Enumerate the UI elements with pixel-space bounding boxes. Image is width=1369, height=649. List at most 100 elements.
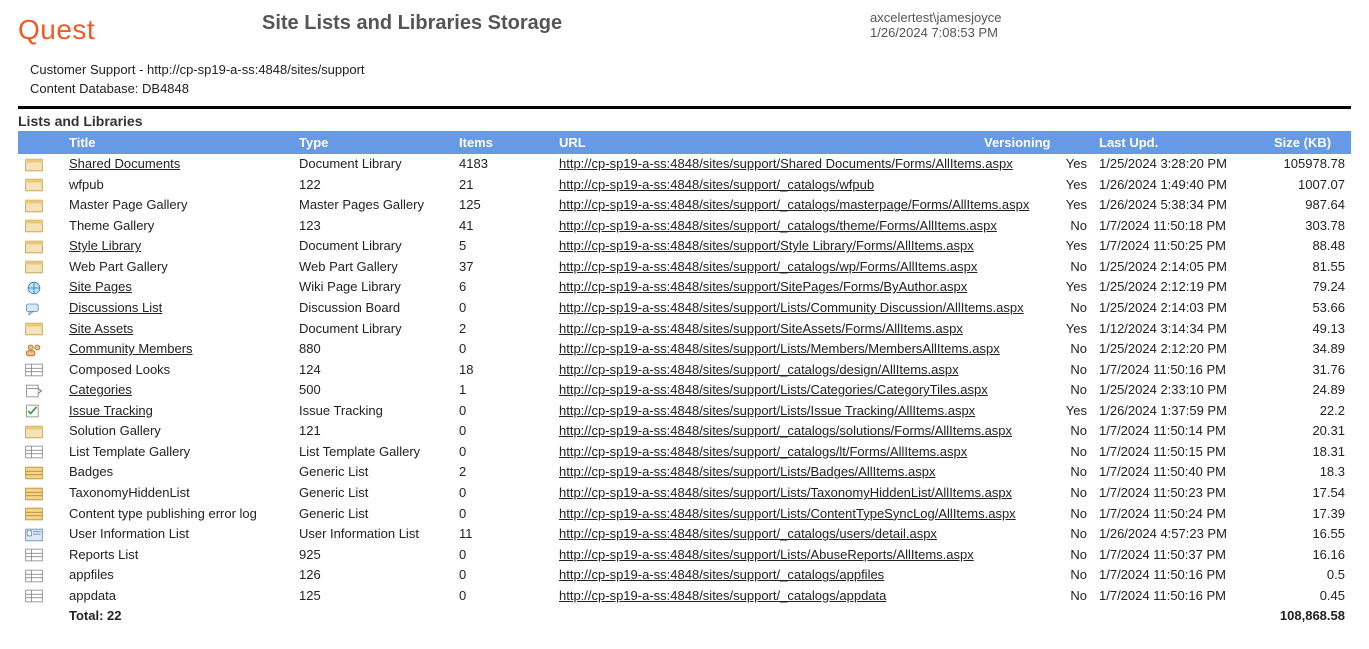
row-size: 18.3 [1268, 462, 1351, 483]
row-type: 925 [293, 545, 453, 566]
report-table: Title Type Items URL Versioning Last Upd… [18, 131, 1351, 625]
row-last-upd: 1/7/2024 11:50:15 PM [1093, 442, 1268, 463]
row-url[interactable]: http://cp-sp19-a-ss:4848/sites/support/L… [553, 483, 978, 504]
generic-icon [18, 462, 63, 483]
row-title[interactable]: Style Library [63, 236, 293, 257]
table-row: Site AssetsDocument Library2http://cp-sp… [18, 319, 1351, 340]
row-last-upd: 1/7/2024 11:50:23 PM [1093, 483, 1268, 504]
row-type: Web Part Gallery [293, 257, 453, 278]
row-type: Discussion Board [293, 298, 453, 319]
row-items: 2 [453, 462, 553, 483]
row-title: Solution Gallery [63, 421, 293, 442]
row-size: 303.78 [1268, 216, 1351, 237]
row-url[interactable]: http://cp-sp19-a-ss:4848/sites/support/_… [553, 175, 978, 196]
row-title: TaxonomyHiddenList [63, 483, 293, 504]
total-label: Total: 22 [63, 606, 293, 625]
row-last-upd: 1/7/2024 11:50:25 PM [1093, 236, 1268, 257]
row-type: Document Library [293, 319, 453, 340]
row-url[interactable]: http://cp-sp19-a-ss:4848/sites/support/_… [553, 442, 978, 463]
row-last-upd: 1/25/2024 2:14:03 PM [1093, 298, 1268, 319]
table-row: Style LibraryDocument Library5http://cp-… [18, 236, 1351, 257]
row-type: 126 [293, 565, 453, 586]
row-items: 41 [453, 216, 553, 237]
row-title[interactable]: Shared Documents [63, 154, 293, 175]
row-url[interactable]: http://cp-sp19-a-ss:4848/sites/support/_… [553, 195, 978, 216]
row-url[interactable]: http://cp-sp19-a-ss:4848/sites/support/S… [553, 154, 978, 175]
row-title[interactable]: Site Pages [63, 277, 293, 298]
row-url[interactable]: http://cp-sp19-a-ss:4848/sites/support/S… [553, 236, 978, 257]
row-size: 987.64 [1268, 195, 1351, 216]
row-size: 49.13 [1268, 319, 1351, 340]
row-last-upd: 1/25/2024 2:14:05 PM [1093, 257, 1268, 278]
row-url[interactable]: http://cp-sp19-a-ss:4848/sites/support/_… [553, 257, 978, 278]
row-url[interactable]: http://cp-sp19-a-ss:4848/sites/support/L… [553, 339, 978, 360]
row-items: 0 [453, 586, 553, 607]
row-url[interactable]: http://cp-sp19-a-ss:4848/sites/support/L… [553, 401, 978, 422]
wiki-icon [18, 277, 63, 298]
row-url[interactable]: http://cp-sp19-a-ss:4848/sites/support/_… [553, 565, 978, 586]
col-items-header: Items [453, 131, 553, 154]
row-items: 0 [453, 339, 553, 360]
table-row: Issue TrackingIssue Tracking0http://cp-s… [18, 401, 1351, 422]
row-url[interactable]: http://cp-sp19-a-ss:4848/sites/support/S… [553, 319, 978, 340]
row-size: 79.24 [1268, 277, 1351, 298]
row-url[interactable]: http://cp-sp19-a-ss:4848/sites/support/_… [553, 586, 978, 607]
row-versioning: No [978, 462, 1093, 483]
row-url[interactable]: http://cp-sp19-a-ss:4848/sites/support/L… [553, 380, 978, 401]
row-url[interactable]: http://cp-sp19-a-ss:4848/sites/support/_… [553, 360, 978, 381]
row-url[interactable]: http://cp-sp19-a-ss:4848/sites/support/S… [553, 277, 978, 298]
list-icon [18, 360, 63, 381]
col-type-header: Type [293, 131, 453, 154]
row-url[interactable]: http://cp-sp19-a-ss:4848/sites/support/L… [553, 298, 978, 319]
row-type: 880 [293, 339, 453, 360]
table-row: Discussions ListDiscussion Board0http://… [18, 298, 1351, 319]
row-url[interactable]: http://cp-sp19-a-ss:4848/sites/support/_… [553, 216, 978, 237]
row-items: 0 [453, 483, 553, 504]
row-type: Master Pages Gallery [293, 195, 453, 216]
row-title: Reports List [63, 545, 293, 566]
row-title: wfpub [63, 175, 293, 196]
row-size: 0.45 [1268, 586, 1351, 607]
row-type: 123 [293, 216, 453, 237]
row-title[interactable]: Site Assets [63, 319, 293, 340]
table-row: Categories5001http://cp-sp19-a-ss:4848/s… [18, 380, 1351, 401]
row-url[interactable]: http://cp-sp19-a-ss:4848/sites/support/L… [553, 545, 978, 566]
row-title: Master Page Gallery [63, 195, 293, 216]
row-type: Document Library [293, 236, 453, 257]
doclib-icon [18, 236, 63, 257]
row-url[interactable]: http://cp-sp19-a-ss:4848/sites/support/_… [553, 421, 978, 442]
row-last-upd: 1/7/2024 11:50:16 PM [1093, 360, 1268, 381]
table-row: Web Part GalleryWeb Part Gallery37http:/… [18, 257, 1351, 278]
list-icon [18, 586, 63, 607]
table-row: appdata1250http://cp-sp19-a-ss:4848/site… [18, 586, 1351, 607]
table-row: Solution Gallery1210http://cp-sp19-a-ss:… [18, 421, 1351, 442]
row-items: 0 [453, 565, 553, 586]
row-items: 4183 [453, 154, 553, 175]
row-url[interactable]: http://cp-sp19-a-ss:4848/sites/support/L… [553, 504, 978, 525]
row-url[interactable]: http://cp-sp19-a-ss:4848/sites/support/_… [553, 524, 978, 545]
row-title[interactable]: Issue Tracking [63, 401, 293, 422]
row-last-upd: 1/7/2024 11:50:14 PM [1093, 421, 1268, 442]
row-title: Content type publishing error log [63, 504, 293, 525]
row-title[interactable]: Community Members [63, 339, 293, 360]
row-url[interactable]: http://cp-sp19-a-ss:4848/sites/support/L… [553, 462, 978, 483]
col-title-header: Title [63, 131, 293, 154]
row-items: 18 [453, 360, 553, 381]
row-type: 122 [293, 175, 453, 196]
row-size: 18.31 [1268, 442, 1351, 463]
row-title[interactable]: Discussions List [63, 298, 293, 319]
row-size: 20.31 [1268, 421, 1351, 442]
table-row: Master Page GalleryMaster Pages Gallery 1… [18, 195, 1351, 216]
row-type: Issue Tracking [293, 401, 453, 422]
row-last-upd: 1/26/2024 1:49:40 PM [1093, 175, 1268, 196]
row-type: 121 [293, 421, 453, 442]
doclib-icon [18, 319, 63, 340]
row-last-upd: 1/26/2024 1:37:59 PM [1093, 401, 1268, 422]
row-items: 5 [453, 236, 553, 257]
row-title[interactable]: Categories [63, 380, 293, 401]
row-last-upd: 1/26/2024 5:38:34 PM [1093, 195, 1268, 216]
col-url-header: URL [553, 131, 978, 154]
totals-row: Total: 22 108,868.58 [18, 606, 1351, 625]
members-icon [18, 339, 63, 360]
table-row: Shared DocumentsDocument Library4183http… [18, 154, 1351, 175]
